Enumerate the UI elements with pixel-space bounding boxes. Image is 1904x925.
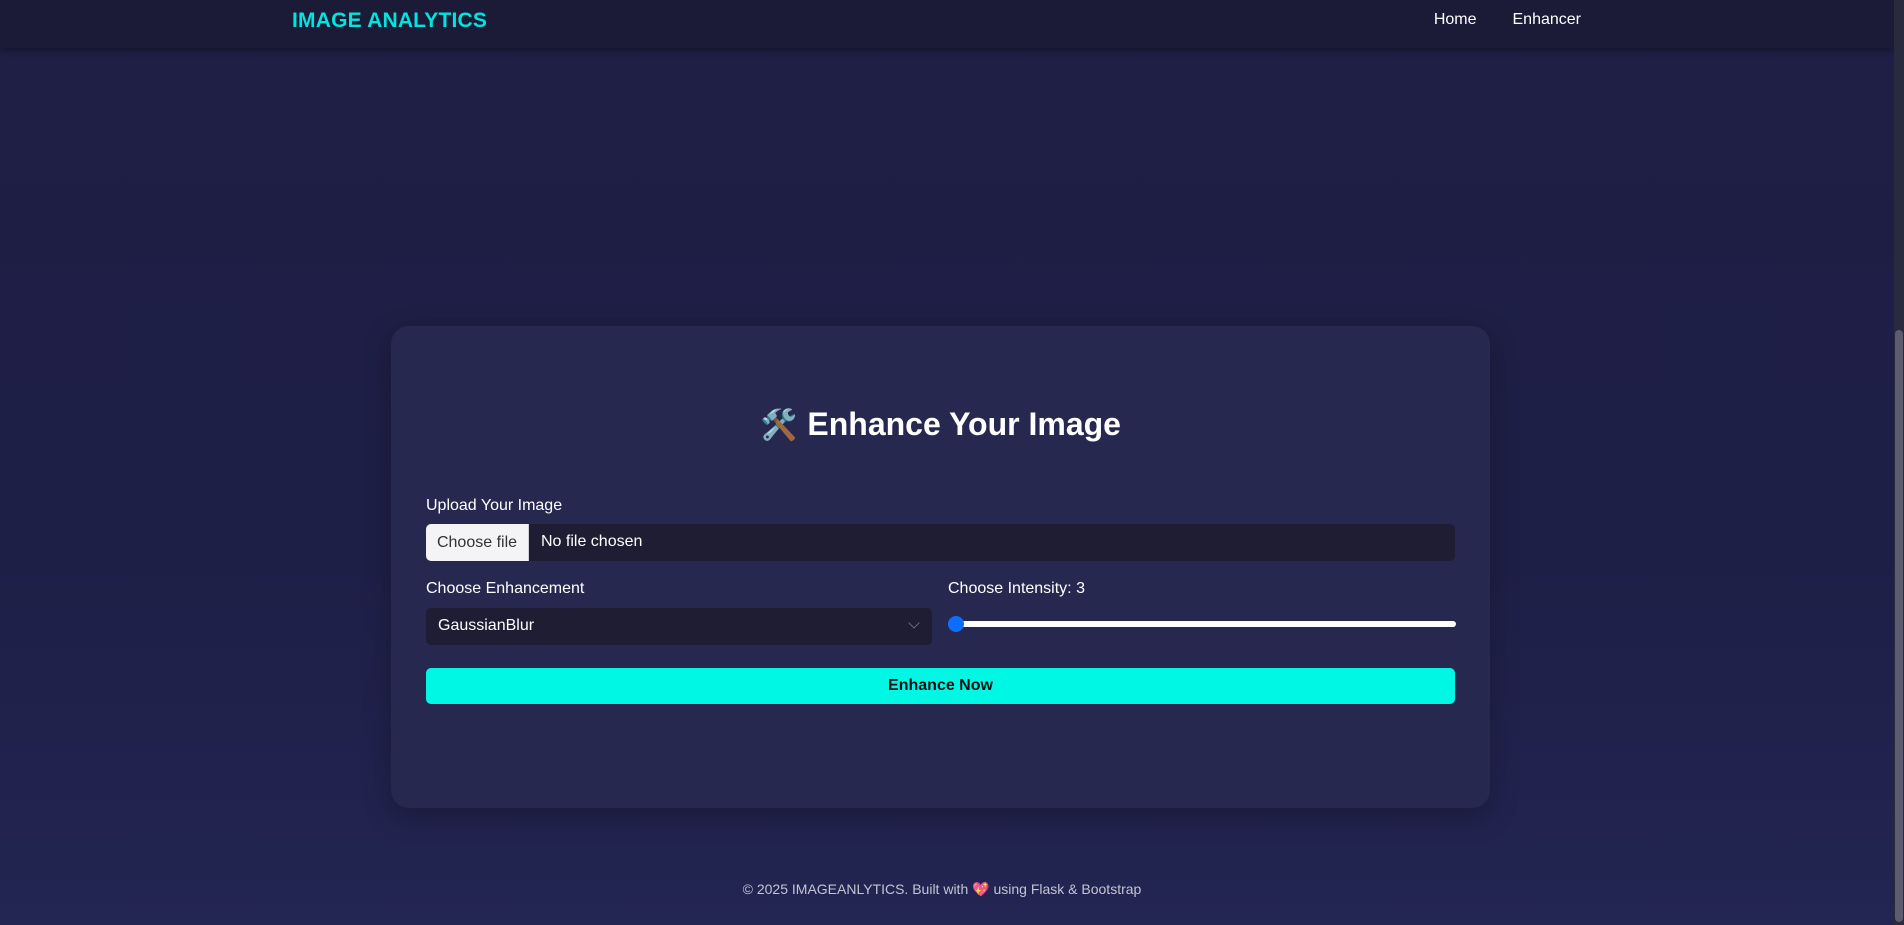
footer: © 2025 IMAGEANLYTICS. Built with 💖 using… <box>0 881 1884 898</box>
nav-link-enhancer[interactable]: Enhancer <box>1513 11 1582 29</box>
footer-text-before: © 2025 IMAGEANLYTICS. Built with <box>742 881 969 897</box>
enhancement-selected-value: GaussianBlur <box>438 617 535 634</box>
brand-logo[interactable]: IMAGE ANALYTICS <box>292 9 487 33</box>
intensity-slider[interactable] <box>948 616 1456 632</box>
page-title: 🛠️ Enhance Your Image <box>391 406 1490 443</box>
slider-track[interactable] <box>948 621 1456 627</box>
tools-icon: 🛠️ <box>760 409 798 442</box>
page-title-text: Enhance Your Image <box>807 406 1121 442</box>
nav-link-home[interactable]: Home <box>1434 11 1477 29</box>
intensity-label: Choose Intensity: 3 <box>948 580 1085 597</box>
scrollbar-thumb[interactable] <box>1895 330 1903 922</box>
slider-thumb[interactable] <box>948 616 964 632</box>
choose-file-button[interactable]: Choose file <box>426 524 529 561</box>
file-status-text: No file chosen <box>541 533 643 550</box>
enhancement-select[interactable]: GaussianBlur <box>426 608 932 645</box>
navbar: IMAGE ANALYTICS Home Enhancer <box>0 0 1894 48</box>
nav-links: Home Enhancer <box>1434 11 1581 29</box>
enhance-now-button[interactable]: Enhance Now <box>426 668 1455 704</box>
upload-label: Upload Your Image <box>426 497 563 514</box>
file-upload-input[interactable]: Choose file No file chosen <box>426 524 1455 561</box>
footer-text-after: using Flask & Bootstrap <box>993 881 1142 897</box>
page-scrollbar[interactable] <box>1894 0 1904 925</box>
enhancement-label: Choose Enhancement <box>426 580 585 597</box>
enhance-card: 🛠️ Enhance Your Image Upload Your Image C… <box>391 326 1490 808</box>
heart-icon: 💖 <box>972 881 990 897</box>
chevron-down-icon <box>908 617 920 629</box>
